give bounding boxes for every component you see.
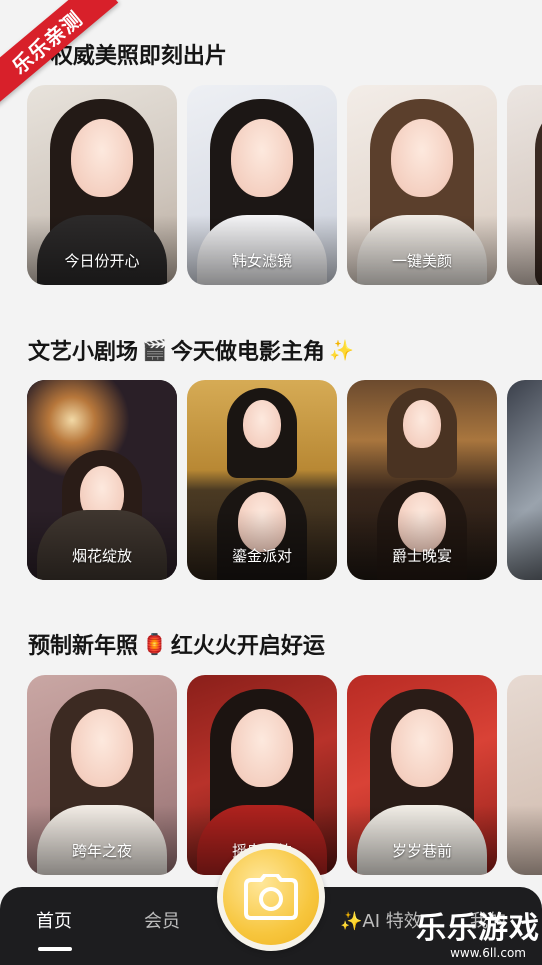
card-label: 烟花绽放 bbox=[71, 547, 132, 565]
clapperboard-icon: 🎬 bbox=[142, 338, 167, 362]
watermark-url: www.6ll.com bbox=[450, 946, 526, 960]
nav-item-ai-effects[interactable]: ✨AI 特效 bbox=[340, 907, 422, 933]
style-card[interactable]: 鎏金派对 bbox=[187, 380, 337, 580]
sparkles-icon: ✨ bbox=[328, 338, 354, 362]
style-card[interactable]: 爵士晚宴 bbox=[347, 380, 497, 580]
card-label: 跨年之夜 bbox=[71, 842, 132, 860]
active-tab-indicator bbox=[38, 947, 72, 951]
section-title-text: 预制新年照 bbox=[28, 634, 139, 659]
card-row: 烟花绽放 鎏金派对 爵士晚宴 bbox=[27, 380, 542, 580]
style-card[interactable]: 一键美颜 bbox=[347, 85, 497, 285]
lantern-icon: 🏮 bbox=[142, 632, 167, 656]
section-title-text: 权威美照即刻出片 bbox=[50, 44, 227, 69]
section-title: 预制新年照 🏮 红火火开启好运 bbox=[28, 628, 325, 660]
card-label: 一键美颜 bbox=[391, 252, 452, 270]
card-label: 爵士晚宴 bbox=[391, 547, 452, 565]
section-title-text-2: 红火火开启好运 bbox=[170, 634, 325, 659]
style-card[interactable]: 岁岁巷前 bbox=[347, 675, 497, 875]
camera-icon bbox=[244, 874, 298, 920]
card-label: 今日份开心 bbox=[64, 252, 140, 270]
style-card[interactable]: 今日份开心 bbox=[27, 85, 177, 285]
nav-item-home[interactable]: 首页 bbox=[36, 907, 72, 933]
card-label: 岁岁巷前 bbox=[391, 842, 452, 860]
nav-item-membership[interactable]: 会员 bbox=[144, 907, 180, 933]
site-watermark: 乐乐游戏 www.6ll.com bbox=[416, 911, 540, 961]
watermark-title: 乐乐游戏 bbox=[416, 911, 540, 946]
section-title: 文艺小剧场 🎬 今天做电影主角 ✨ bbox=[28, 334, 354, 366]
style-card[interactable] bbox=[507, 675, 542, 875]
card-label: 鎏金派对 bbox=[231, 547, 292, 565]
style-card[interactable]: 烟花绽放 bbox=[27, 380, 177, 580]
style-card[interactable]: 跨年之夜 bbox=[27, 675, 177, 875]
card-label: 韩女滤镜 bbox=[231, 252, 292, 270]
style-card[interactable]: 韩女滤镜 bbox=[187, 85, 337, 285]
card-row: 今日份开心 韩女滤镜 一键美颜 bbox=[27, 85, 542, 285]
camera-button[interactable] bbox=[217, 843, 325, 951]
style-card[interactable] bbox=[507, 85, 542, 285]
style-card[interactable] bbox=[507, 380, 542, 580]
section-title-text-2: 今天做电影主角 bbox=[170, 340, 325, 365]
section-title-text: 文艺小剧场 bbox=[28, 340, 139, 365]
